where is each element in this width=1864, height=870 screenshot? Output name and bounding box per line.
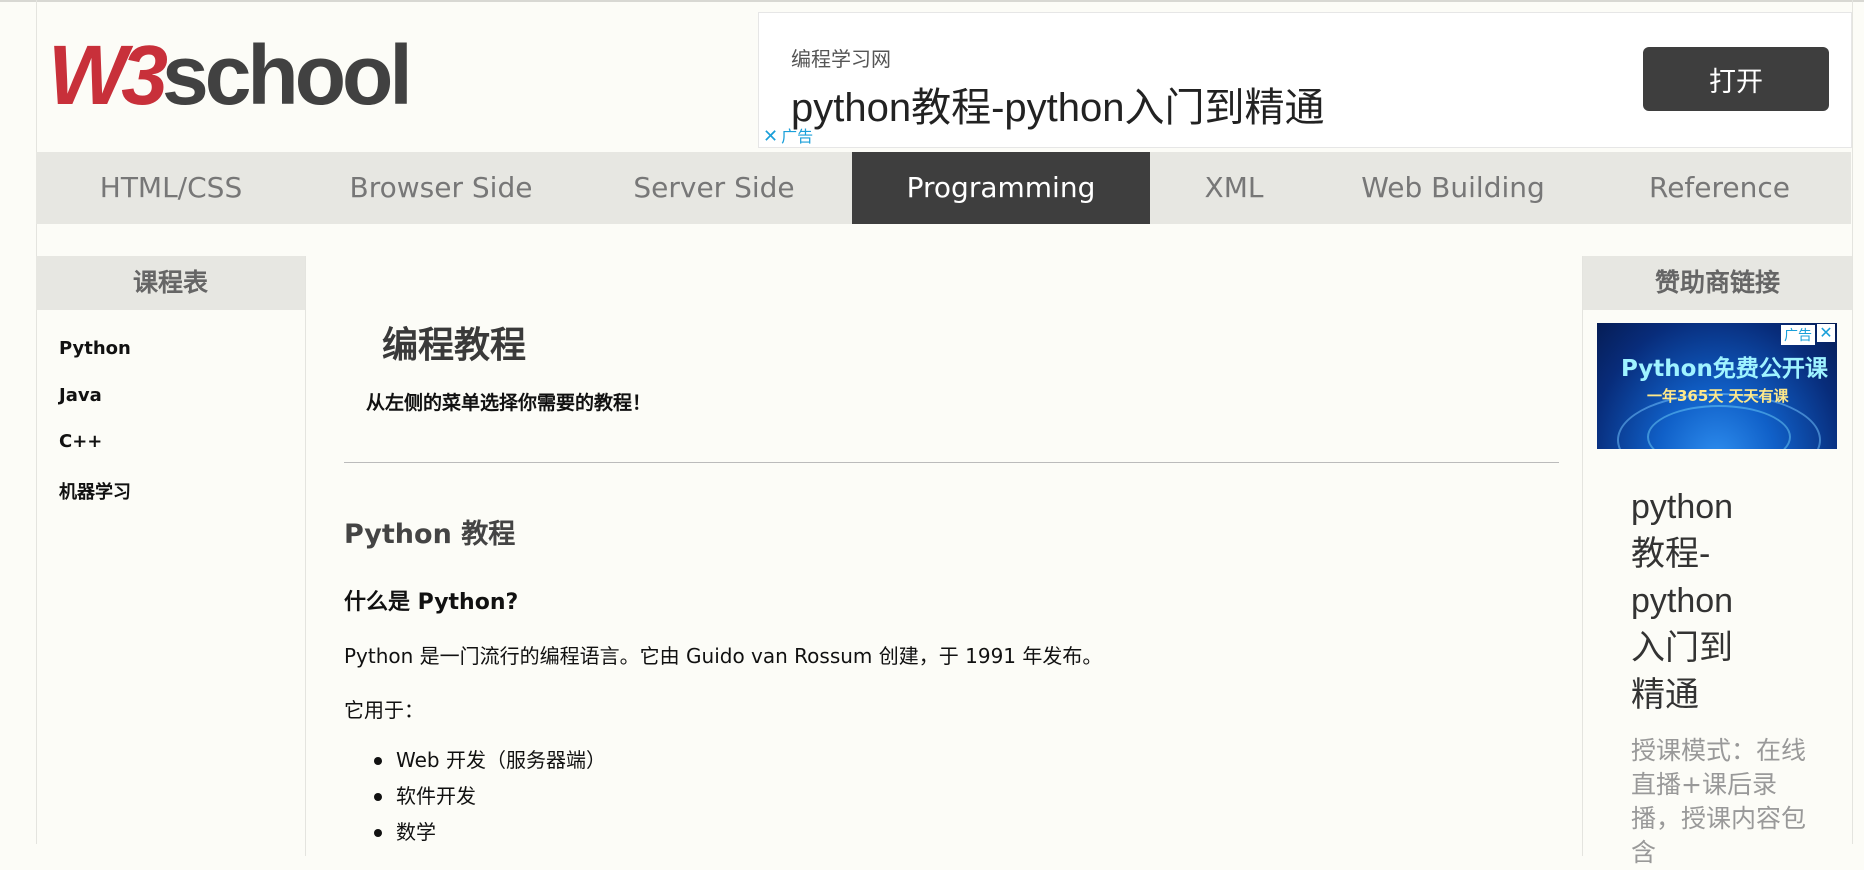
ad-title[interactable]: python教程-python入门到精通	[791, 75, 1325, 133]
nav-html-css[interactable]: HTML/CSS	[36, 152, 306, 224]
nav-server-side[interactable]: Server Side	[576, 152, 852, 224]
nav-xml[interactable]: XML	[1150, 152, 1318, 224]
w3school-logo[interactable]: W3school	[48, 28, 413, 122]
nav-browser-side[interactable]: Browser Side	[306, 152, 576, 224]
list-item: 数学	[344, 814, 606, 850]
left-sidebar: 课程表 Python Java C++ 机器学习	[36, 256, 306, 856]
nav-web-building[interactable]: Web Building	[1318, 152, 1588, 224]
ad-open-button[interactable]: 打开	[1643, 47, 1829, 111]
nav-reference[interactable]: Reference	[1588, 152, 1851, 224]
logo-school: school	[162, 28, 413, 122]
page-title: 编程教程	[382, 325, 527, 366]
sponsor-ad-description: 授课模式：在线直播+课后录播，授课内容包含	[1631, 736, 1807, 867]
list-item: 软件开发	[344, 778, 606, 814]
uses-label: 它用于：	[344, 698, 424, 722]
ad-source: 编程学习网	[791, 47, 891, 71]
sidebar-link-java[interactable]: Java	[59, 385, 102, 406]
ad-choices[interactable]: ✕ 广告	[763, 123, 813, 147]
sidebar-link-cpp[interactable]: C++	[59, 431, 102, 452]
logo-w3: W3	[48, 28, 168, 122]
intro-paragraph: Python 是一门流行的编程语言。它由 Guido van Rossum 创建…	[344, 644, 1103, 668]
ad-label: 广告	[781, 127, 814, 146]
right-sidebar: 赞助商链接 Python免费公开课 一年365天 天天有课 广告 ✕ pytho…	[1582, 256, 1852, 867]
nav-programming[interactable]: Programming	[852, 152, 1150, 224]
main-nav: HTML/CSS Browser Side Server Side Progra…	[36, 152, 1851, 224]
banner-headline: Python免费公开课	[1621, 356, 1828, 382]
banner-ad-label: 广告	[1781, 325, 1815, 345]
list-item: Web 开发（服务器端）	[344, 742, 606, 778]
top-advertisement[interactable]: 编程学习网 python教程-python入门到精通 打开 ✕ 广告	[758, 12, 1852, 148]
question-heading: 什么是 Python?	[344, 590, 519, 615]
sidebar-link-machine-learning[interactable]: 机器学习	[59, 478, 131, 504]
close-icon[interactable]: ✕	[1817, 324, 1835, 342]
sponsor-banner-ad[interactable]: Python免费公开课 一年365天 天天有课 广告 ✕	[1597, 323, 1837, 449]
page-subtitle: 从左侧的菜单选择你需要的教程！	[366, 392, 652, 414]
sidebar-link-python[interactable]: Python	[59, 338, 131, 359]
section-title: Python 教程	[344, 519, 516, 550]
sponsor-ad-title[interactable]: python教程-python入门到精通	[1631, 484, 1761, 719]
divider	[344, 462, 1559, 463]
sponsor-title: 赞助商链接	[1583, 256, 1852, 310]
banner-tagline: 一年365天 天天有课	[1647, 387, 1789, 405]
close-icon[interactable]: ✕	[763, 126, 778, 147]
sidebar-title: 课程表	[36, 256, 305, 310]
uses-list: Web 开发（服务器端） 软件开发 数学	[344, 742, 606, 850]
